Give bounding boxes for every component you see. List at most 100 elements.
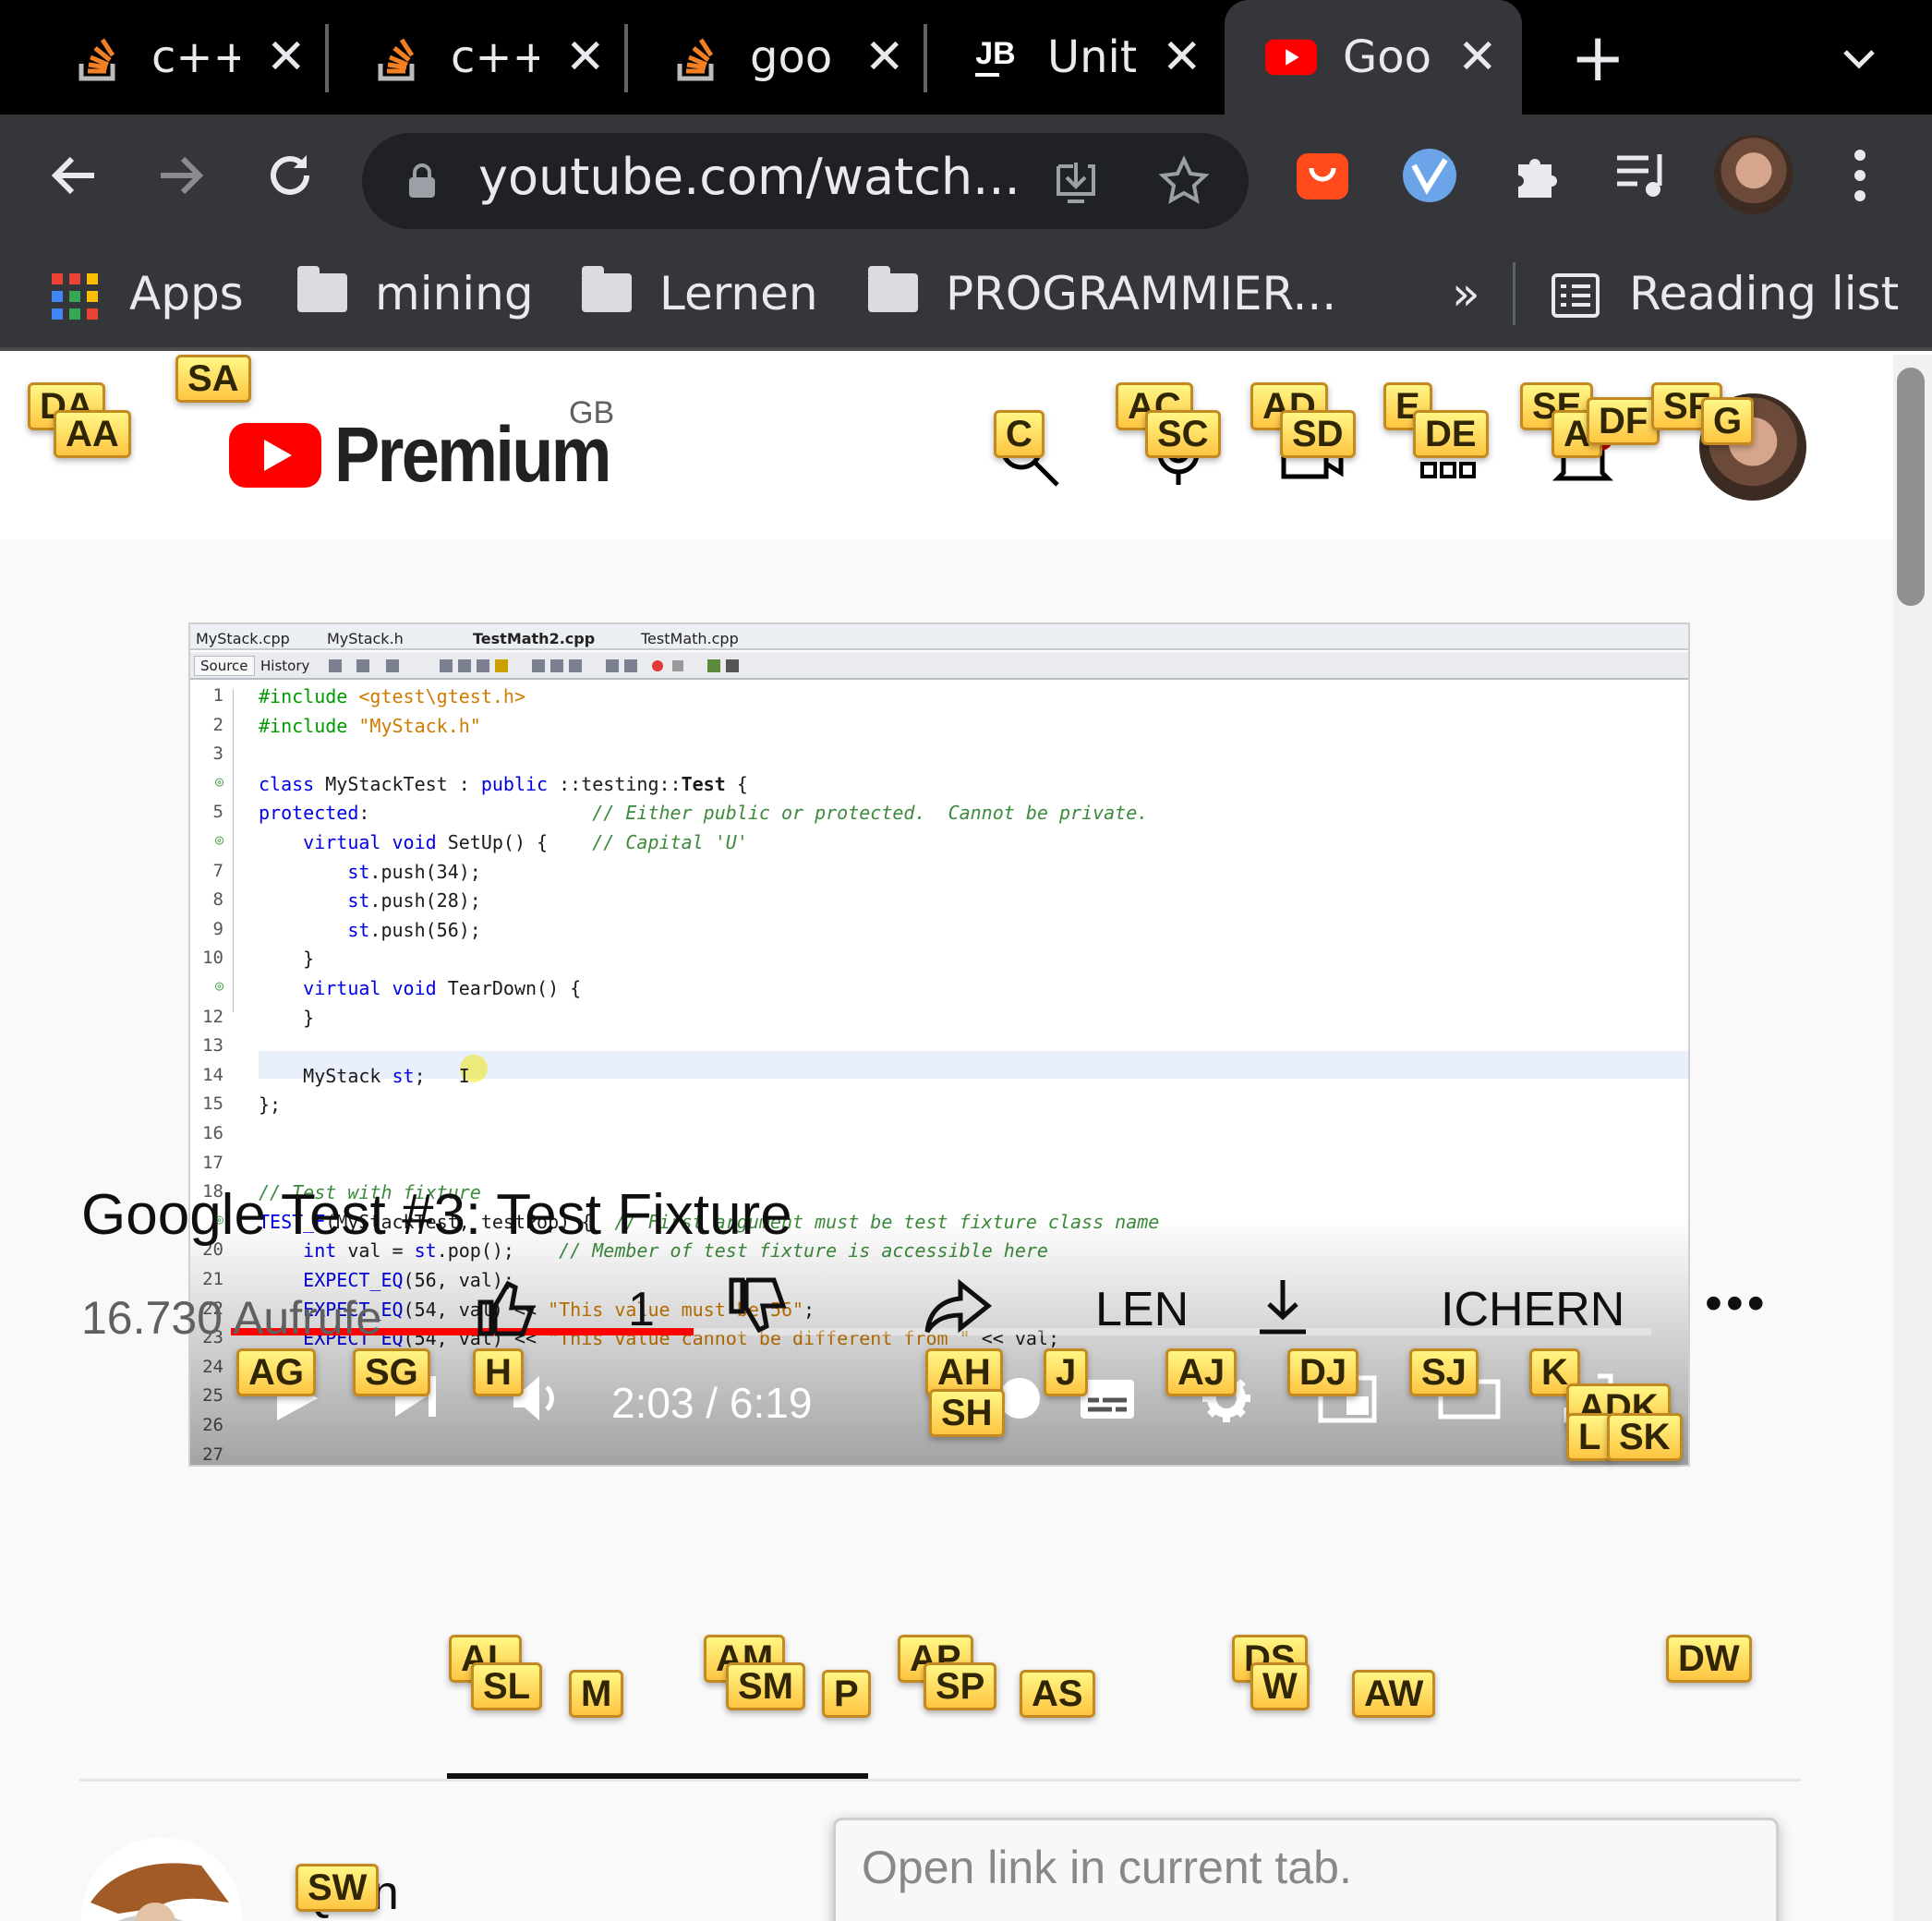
line-number: 9 [212,918,223,939]
folder-icon [868,266,918,314]
ide-tab: TestMath2.cpp [473,629,596,647]
line-number: 8 [212,889,223,911]
profile-avatar[interactable] [1714,135,1793,214]
scrollbar-thumb[interactable] [1897,368,1925,606]
tab-4[interactable]: JB Unit ✕ [970,0,1202,115]
youtube-icon [1265,31,1317,83]
tab-3[interactable]: goo ✕ [672,0,905,115]
reading-list-button[interactable]: Reading list [1552,264,1899,323]
thumbs-up-icon [477,1280,536,1336]
link-hint-j[interactable]: J [1044,1348,1089,1396]
shopping-bag-extension-icon[interactable] [1289,142,1356,209]
link-hint-sd[interactable]: SD [1280,410,1356,458]
reload-icon[interactable] [257,142,323,209]
link-hint-aw[interactable]: AW [1352,1670,1436,1718]
link-hint-sc[interactable]: SC [1145,410,1221,458]
line-number: 16 [202,1123,223,1143]
bookmarks-overflow-button[interactable]: » [1452,264,1480,323]
more-actions-icon[interactable]: ••• [1705,1275,1769,1332]
link-hint-ag[interactable]: AG [236,1348,316,1396]
video-title: Google Test #3: Test Fixture [81,1183,792,1247]
code-line: } [259,1006,315,1029]
link-hint-g[interactable]: G [1701,397,1755,445]
tab-search-chevron-icon[interactable] [1838,37,1880,84]
link-hint-dj[interactable]: DJ [1287,1348,1359,1396]
link-hint-sw[interactable]: SW [296,1864,380,1912]
lock-icon[interactable] [406,163,438,204]
line-number: 13 [202,1035,223,1057]
tab-1-close-icon[interactable]: ✕ [266,33,307,81]
bookmark-label: mining [375,267,534,320]
line-number: ◎ [214,977,223,994]
dislike-button[interactable] [726,1275,791,1351]
link-hint-sm[interactable]: SM [726,1662,805,1710]
tab-1[interactable]: c++ ✕ [74,0,307,115]
link-hint-p[interactable]: P [822,1670,871,1718]
link-hint-sp[interactable]: SP [924,1662,997,1710]
install-app-icon[interactable] [1051,157,1101,211]
line-number: 10 [202,948,223,969]
tab-3-close-icon[interactable]: ✕ [864,33,905,81]
link-hint-w[interactable]: W [1250,1662,1310,1710]
tooltip-text: Open link in current tab. [862,1842,1352,1893]
download-icon [1260,1280,1306,1335]
link-hint-as[interactable]: AS [1020,1670,1095,1718]
bookmark-star-icon[interactable] [1158,155,1210,211]
bookmark-folder-mining[interactable]: mining [297,264,534,323]
link-hint-dw[interactable]: DW [1666,1635,1752,1683]
link-hint-de[interactable]: DE [1413,410,1489,458]
link-hint-sg[interactable]: SG [353,1348,430,1396]
link-hint-h[interactable]: H [473,1348,524,1396]
address-bar[interactable]: youtube.com/watch... [362,133,1249,229]
code-line: MyStack st; 𝙸 [259,1064,470,1087]
fold-guide [233,689,235,1012]
line-number: ◎ [214,772,223,790]
link-hint-sj[interactable]: SJ [1409,1348,1479,1396]
forward-arrow-icon[interactable] [148,142,214,209]
tab-4-label: Unit [1047,31,1136,83]
stackoverflow-icon [672,31,724,83]
link-hint-aa[interactable]: AA [54,410,131,458]
new-tab-button[interactable]: + [1570,24,1625,91]
tab-4-close-icon[interactable]: ✕ [1162,33,1202,81]
like-button[interactable] [475,1275,539,1351]
link-hint-sk[interactable]: SK [1607,1413,1683,1461]
line-number: 15 [202,1093,223,1115]
tab-separator [924,24,927,92]
vimium-extension-icon[interactable] [1396,142,1463,209]
browser-toolbar: youtube.com/watch... [0,115,1932,236]
share-button[interactable] [924,1275,994,1351]
link-hint-df[interactable]: DF [1587,397,1660,445]
ide-tab: MyStack.h [327,629,404,647]
save-label-fragment[interactable]: ICHERN [1441,1282,1624,1337]
link-hint-sa[interactable]: SA [175,355,251,403]
link-hint-sh[interactable]: SH [929,1389,1005,1437]
link-hint-sl[interactable]: SL [471,1662,543,1710]
bookmark-folder-programmier[interactable]: PROGRAMMIER... [868,264,1336,323]
bookmark-folder-lernen[interactable]: Lernen [582,264,818,323]
thumbs-down-icon [729,1277,787,1334]
link-hint-aj[interactable]: AJ [1165,1348,1238,1396]
channel-avatar[interactable] [81,1838,242,1921]
ide-tab: MyStack.cpp [196,629,290,647]
tab-2[interactable]: c++ ✕ [373,0,606,115]
link-hint-c[interactable]: C [994,410,1044,458]
back-arrow-icon[interactable] [41,142,107,209]
link-hint-m[interactable]: M [569,1670,624,1718]
like-count: 1 [628,1283,655,1336]
youtube-header: Premium GB [0,355,1893,539]
download-button[interactable] [1250,1275,1315,1351]
bookmark-apps[interactable]: Apps [52,264,244,323]
reading-list-icon [1552,273,1601,318]
reading-list-label: Reading list [1629,267,1900,320]
link-hint-l[interactable]: L [1566,1413,1613,1461]
tab-5-close-icon[interactable]: ✕ [1457,33,1498,81]
media-control-icon[interactable] [1609,142,1675,209]
tab-2-close-icon[interactable]: ✕ [565,33,606,81]
tab-5-active[interactable]: Goo ✕ [1225,0,1522,115]
ide-toolbar-icons [329,659,739,672]
kebab-menu-icon[interactable] [1827,142,1893,209]
line-number: ◎ [214,831,223,848]
extensions-puzzle-icon[interactable] [1503,142,1570,209]
code-line: }; [259,1093,282,1117]
